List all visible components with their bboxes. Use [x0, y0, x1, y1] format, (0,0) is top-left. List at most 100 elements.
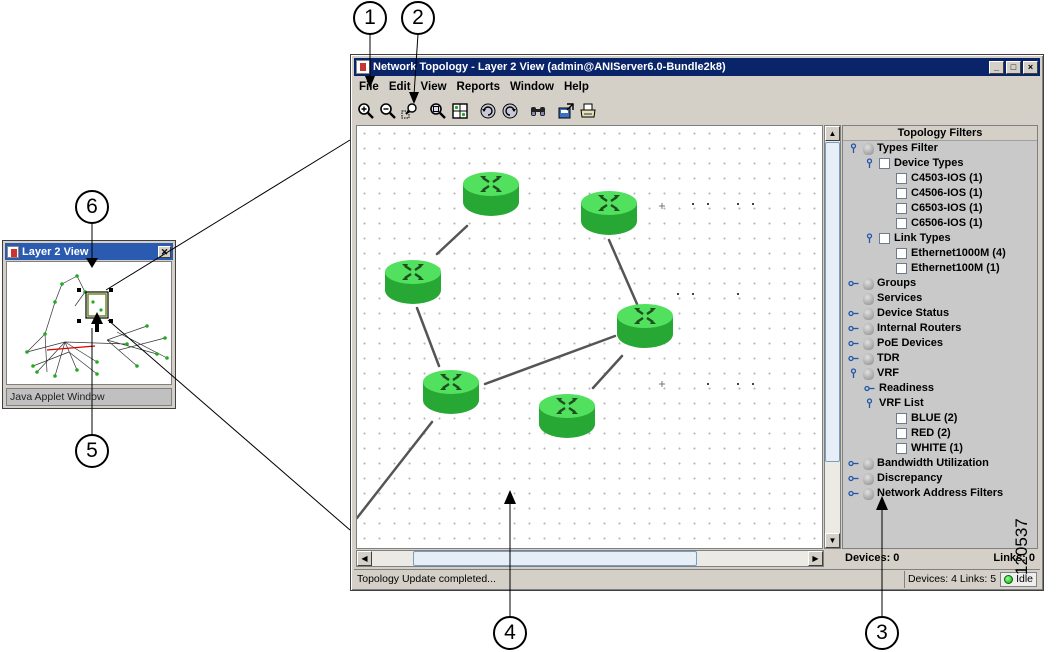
router-node[interactable] — [383, 258, 443, 306]
overview-title-bar[interactable]: Layer 2 View ✕ — [5, 243, 173, 260]
zoom-region-icon[interactable] — [400, 101, 420, 121]
scroll-right-icon[interactable]: ▶ — [808, 551, 823, 566]
collapsed-handle-icon[interactable] — [848, 488, 859, 499]
filter-checkbox[interactable] — [896, 218, 907, 229]
filter-item[interactable]: Network Address Filters — [843, 486, 1037, 501]
filter-checkbox[interactable] — [896, 203, 907, 214]
filter-item[interactable]: C6506-IOS (1) — [843, 216, 1037, 231]
expanded-handle-icon[interactable] — [864, 233, 875, 244]
figure-id: 120537 — [1012, 518, 1031, 575]
menu-reports[interactable]: Reports — [452, 81, 505, 93]
filter-item-label: Device Types — [894, 157, 964, 169]
collapsed-handle-icon[interactable] — [864, 383, 875, 394]
collapsed-handle-icon[interactable] — [848, 473, 859, 484]
filter-bulb-icon — [863, 472, 874, 485]
canvas-horizontal-scrollbar[interactable]: ◀ ▶ — [356, 550, 824, 567]
collapsed-handle-icon[interactable] — [848, 353, 859, 364]
scroll-down-icon[interactable]: ▼ — [825, 533, 840, 548]
filter-item[interactable]: Discrepancy — [843, 471, 1037, 486]
filter-item[interactable]: Types Filter — [843, 141, 1037, 156]
filter-item[interactable]: TDR — [843, 351, 1037, 366]
export-icon[interactable] — [556, 101, 576, 121]
collapsed-handle-icon[interactable] — [848, 458, 859, 469]
canvas-vertical-scrollbar[interactable]: ▲ ▼ — [824, 125, 841, 549]
filter-item[interactable]: BLUE (2) — [843, 411, 1037, 426]
topology-canvas[interactable] — [356, 125, 823, 549]
filter-checkbox[interactable] — [896, 443, 907, 454]
filter-item[interactable]: Ethernet100M (1) — [843, 261, 1037, 276]
filter-item[interactable]: C4506-IOS (1) — [843, 186, 1037, 201]
router-node[interactable] — [579, 189, 639, 237]
filter-checkbox[interactable] — [896, 248, 907, 259]
filter-item-label: C6503-IOS (1) — [911, 202, 983, 214]
filter-checkbox[interactable] — [896, 428, 907, 439]
menu-help[interactable]: Help — [559, 81, 594, 93]
menu-view[interactable]: View — [416, 81, 452, 93]
filter-checkbox[interactable] — [896, 413, 907, 424]
filter-item[interactable]: Bandwidth Utilization — [843, 456, 1037, 471]
expanded-handle-icon[interactable] — [864, 398, 875, 409]
close-button[interactable]: × — [1023, 60, 1038, 74]
router-node[interactable] — [537, 392, 597, 440]
collapsed-handle-icon[interactable] — [848, 323, 859, 334]
filter-item-label: VRF List — [879, 397, 924, 409]
filter-checkbox[interactable] — [896, 173, 907, 184]
filter-checkbox[interactable] — [879, 158, 890, 169]
filter-checkbox[interactable] — [896, 263, 907, 274]
horizontal-scroll-thumb[interactable] — [413, 551, 697, 566]
overview-map[interactable] — [6, 261, 172, 385]
topology-link — [483, 334, 617, 386]
zoom-fit-icon[interactable] — [428, 101, 448, 121]
scroll-left-icon[interactable]: ◀ — [357, 551, 372, 566]
filter-item[interactable]: Device Status — [843, 306, 1037, 321]
filter-item-label: Internal Routers — [877, 322, 962, 334]
router-node[interactable] — [461, 170, 521, 218]
rotate-right-icon[interactable] — [500, 101, 520, 121]
maximize-button[interactable]: □ — [1006, 60, 1021, 74]
topology-filters-panel: Topology Filters Types Filter Device Type… — [842, 125, 1038, 549]
zoom-in-icon[interactable] — [356, 101, 376, 121]
filter-item[interactable]: VRF List — [843, 396, 1037, 411]
filter-item[interactable]: Groups — [843, 276, 1037, 291]
collapsed-handle-icon[interactable] — [848, 308, 859, 319]
filter-checkbox[interactable] — [896, 188, 907, 199]
filter-item[interactable]: C6503-IOS (1) — [843, 201, 1037, 216]
scroll-up-icon[interactable]: ▲ — [825, 126, 840, 141]
print-icon[interactable] — [578, 101, 598, 121]
router-icon — [423, 370, 479, 414]
expanded-handle-icon[interactable] — [848, 143, 859, 154]
vertical-scroll-thumb[interactable] — [825, 142, 840, 462]
find-icon[interactable] — [528, 101, 548, 121]
zoom-out-icon[interactable] — [378, 101, 398, 121]
rotate-left-icon[interactable] — [478, 101, 498, 121]
filter-item[interactable]: C4503-IOS (1) — [843, 171, 1037, 186]
filter-item[interactable]: WHITE (1) — [843, 441, 1037, 456]
filter-item[interactable]: Readiness — [843, 381, 1037, 396]
menu-file[interactable]: File — [354, 81, 384, 93]
filter-item[interactable]: Device Types — [843, 156, 1037, 171]
window-title: Network Topology - Layer 2 View (admin@A… — [373, 61, 726, 73]
fit-all-icon[interactable] — [450, 101, 470, 121]
filter-item[interactable]: VRF — [843, 366, 1037, 381]
window-title-bar[interactable]: Network Topology - Layer 2 View (admin@A… — [354, 58, 1040, 76]
filter-item-label: TDR — [877, 352, 900, 364]
filter-checkbox[interactable] — [879, 233, 890, 244]
router-node[interactable] — [615, 302, 675, 350]
filter-item-label: Bandwidth Utilization — [877, 457, 989, 469]
menu-window[interactable]: Window — [505, 81, 559, 93]
collapsed-handle-icon[interactable] — [848, 278, 859, 289]
close-icon[interactable]: ✕ — [158, 245, 171, 258]
callout-2: 2 — [401, 1, 435, 35]
menu-edit[interactable]: Edit — [384, 81, 416, 93]
filter-item[interactable]: Link Types — [843, 231, 1037, 246]
router-node[interactable] — [421, 368, 481, 416]
filter-item[interactable]: PoE Devices — [843, 336, 1037, 351]
collapsed-handle-icon[interactable] — [848, 338, 859, 349]
filter-item[interactable]: Internal Routers — [843, 321, 1037, 336]
filter-item[interactable]: RED (2) — [843, 426, 1037, 441]
expanded-handle-icon[interactable] — [864, 158, 875, 169]
filter-item[interactable]: Services — [843, 291, 1037, 306]
expanded-handle-icon[interactable] — [848, 368, 859, 379]
minimize-button[interactable]: _ — [989, 60, 1004, 74]
filter-item[interactable]: Ethernet1000M (4) — [843, 246, 1037, 261]
